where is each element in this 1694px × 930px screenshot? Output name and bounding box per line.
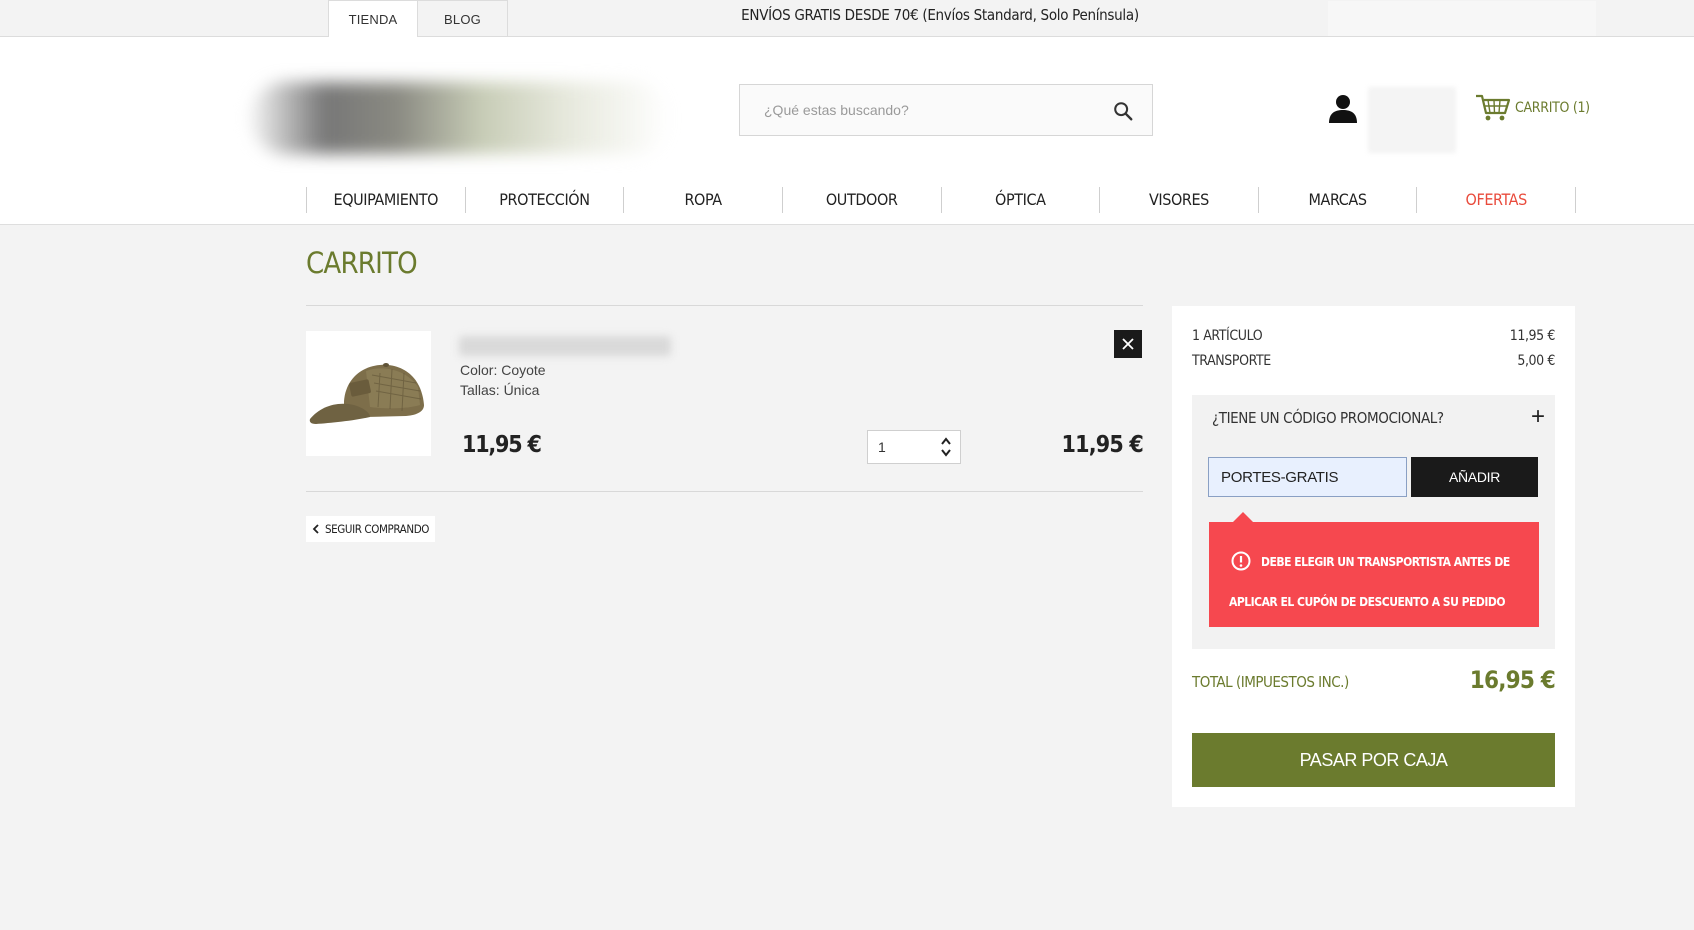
nav-item-visores[interactable]: VISORES — [1099, 187, 1258, 213]
close-icon — [1122, 338, 1134, 350]
cart-icon — [1476, 94, 1511, 121]
nav-item-ropa[interactable]: ROPA — [623, 187, 782, 213]
cap-image — [309, 363, 424, 424]
cart-label: CARRITO (1) — [1515, 100, 1590, 116]
nav-item-outdoor[interactable]: OUTDOOR — [781, 187, 941, 213]
total-value: 16,95 € — [1469, 666, 1556, 694]
nav-item-proteccion[interactable]: PROTECCIÓN — [464, 187, 624, 213]
top-bar-redacted-area — [1328, 1, 1596, 36]
promo-code-toggle[interactable]: ¿TIENE UN CÓDIGO PROMOCIONAL? — [1212, 409, 1444, 427]
promo-error-text: DEBE ELEGIR UN TRANSPORTISTA ANTES DE AP… — [1229, 555, 1510, 609]
chevron-left-icon — [312, 524, 319, 534]
product-color: Color: Coyote — [460, 362, 546, 378]
line-total: 11,95 € — [1061, 432, 1144, 458]
tab-tienda[interactable]: TIENDA — [328, 0, 418, 38]
cart-summary: 1 ARTÍCULO 11,95 € TRANSPORTE 5,00 € ¿TI… — [1172, 306, 1575, 807]
nav-item-marcas[interactable]: MARCAS — [1257, 187, 1417, 213]
continue-shopping-label: SEGUIR COMPRANDO — [325, 522, 430, 536]
main-nav: EQUIPAMIENTO PROTECCIÓN ROPA OUTDOOR ÓPT… — [306, 187, 1576, 225]
product-image[interactable] — [306, 331, 431, 456]
nav-item-optica[interactable]: ÓPTICA — [940, 187, 1100, 213]
promo-code-input[interactable] — [1208, 457, 1407, 497]
items-label: 1 ARTÍCULO — [1192, 328, 1263, 344]
apply-code-button[interactable]: AÑADIR — [1411, 457, 1538, 497]
items-row: 1 ARTÍCULO 11,95 € — [1192, 328, 1555, 344]
plus-icon[interactable]: + — [1531, 405, 1545, 429]
page-title: CARRITO — [306, 246, 418, 280]
checkout-button[interactable]: PASAR POR CAJA — [1192, 733, 1555, 787]
quantity-input[interactable] — [868, 431, 938, 463]
cart-link[interactable]: CARRITO (1) — [1475, 93, 1590, 123]
shipping-label: TRANSPORTE — [1192, 353, 1271, 369]
title-divider — [306, 305, 1143, 306]
cart-divider — [306, 491, 1143, 492]
shipping-value: 5,00 € — [1517, 353, 1555, 369]
shipping-row: TRANSPORTE 5,00 € — [1192, 353, 1555, 369]
continue-shopping-button[interactable]: SEGUIR COMPRANDO — [306, 516, 436, 542]
nav-item-ofertas[interactable]: OFERTAS — [1416, 187, 1576, 213]
promo-code-panel: ¿TIENE UN CÓDIGO PROMOCIONAL? + AÑADIR D… — [1192, 395, 1555, 649]
site-header: CARRITO (1) EQUIPAMIENTO PROTECCIÓN ROPA… — [0, 37, 1694, 225]
shipping-promo-banner: ENVÍOS GRATIS DESDE 70€ (Envíos Standard… — [741, 6, 1139, 24]
quantity-stepper — [867, 430, 961, 464]
user-icon[interactable] — [1327, 92, 1359, 124]
tab-blog[interactable]: BLOG — [417, 0, 508, 37]
nav-item-equipamiento[interactable]: EQUIPAMIENTO — [306, 187, 465, 213]
total-label: TOTAL (IMPUESTOS INC.) — [1192, 673, 1349, 691]
unit-price: 11,95 € — [462, 432, 542, 458]
promo-error-alert: DEBE ELEGIR UN TRANSPORTISTA ANTES DE AP… — [1209, 512, 1539, 627]
site-logo[interactable] — [250, 82, 670, 154]
remove-item-button[interactable] — [1114, 330, 1142, 358]
search-input[interactable] — [740, 85, 1110, 135]
product-size: Tallas: Única — [460, 382, 540, 398]
items-value: 11,95 € — [1509, 328, 1556, 344]
top-bar: TIENDA BLOG ENVÍOS GRATIS DESDE 70€ (Env… — [0, 0, 1694, 38]
quantity-arrows-icon[interactable] — [940, 436, 952, 458]
account-redacted-area — [1368, 87, 1456, 153]
product-name[interactable] — [459, 336, 671, 356]
search-box — [739, 84, 1153, 136]
search-icon[interactable] — [1112, 100, 1134, 122]
alert-icon — [1231, 551, 1251, 571]
